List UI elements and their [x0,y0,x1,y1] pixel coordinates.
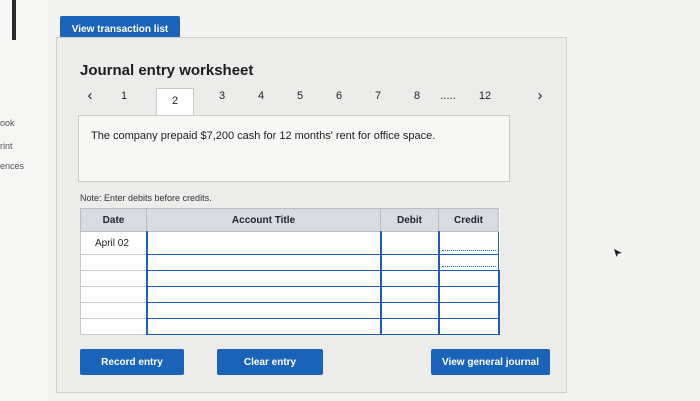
sidebar-item-references[interactable]: ences [0,161,24,171]
debit-input[interactable] [379,231,440,255]
account-title-input[interactable] [145,302,382,319]
account-title-header: Account Title [146,208,381,232]
sidebar-indicator [12,0,16,40]
tab-1[interactable]: 1 [114,90,134,102]
table-row [80,286,500,303]
account-title-input[interactable] [145,318,382,335]
transaction-description-box: The company prepaid $7,200 cash for 12 m… [78,115,510,182]
date-cell [80,318,147,335]
tab-3[interactable]: 3 [212,90,232,102]
date-cell [80,302,147,319]
credit-input[interactable] [437,270,500,287]
tab-8[interactable]: 8 [407,90,427,102]
view-general-journal-button[interactable]: View general journal [431,349,550,375]
debit-input[interactable] [379,254,440,271]
credit-input[interactable] [437,286,500,303]
sidebar-item-ebook[interactable]: ook [0,118,15,128]
transaction-description: The company prepaid $7,200 cash for 12 m… [91,130,436,142]
account-title-input[interactable] [145,270,382,287]
tab-12[interactable]: 12 [475,90,495,102]
chevron-left-icon[interactable]: ‹ [80,87,100,104]
record-entry-button[interactable]: Record entry [80,349,184,375]
mouse-cursor-icon [614,249,622,257]
debit-input[interactable] [379,286,440,303]
date-cell [80,286,147,303]
table-header-row: Date Account Title Debit Credit [80,208,499,232]
tab-2[interactable]: 2 [156,88,194,116]
sidebar-item-print[interactable]: rint [0,141,13,151]
tab-6[interactable]: 6 [329,90,349,102]
table-row [80,302,500,319]
account-title-input[interactable] [145,231,382,255]
clear-entry-button[interactable]: Clear entry [217,349,323,375]
debit-input[interactable] [379,270,440,287]
credit-header: Credit [438,208,499,232]
debit-header: Debit [380,208,439,232]
tab-ellipsis: ..... [440,90,456,102]
left-sidebar: ook rint ences [0,0,48,401]
credit-input[interactable] [437,302,500,319]
worksheet-title: Journal entry worksheet [80,62,254,79]
account-title-input[interactable] [145,254,382,271]
debit-input[interactable] [379,318,440,335]
date-cell: April 02 [80,231,147,255]
tab-5[interactable]: 5 [290,90,310,102]
account-title-input[interactable] [145,286,382,303]
table-row [80,254,499,271]
journal-entry-table: Date Account Title Debit Credit April 02 [80,208,500,335]
credit-input[interactable] [438,231,499,255]
table-row: April 02 [80,231,499,255]
debit-credit-note: Note: Enter debits before credits. [80,193,212,203]
credit-input[interactable] [437,318,500,335]
chevron-right-icon[interactable]: › [530,87,550,104]
table-row [80,318,500,335]
date-header: Date [80,208,147,232]
debit-input[interactable] [379,302,440,319]
entry-tabs: ‹ 1 2 3 4 5 6 7 8 ..... 12 › [80,87,560,116]
tab-4[interactable]: 4 [251,90,271,102]
credit-input[interactable] [438,254,499,271]
date-cell [80,270,147,287]
date-cell [80,254,147,271]
tab-7[interactable]: 7 [368,90,388,102]
table-row [80,270,500,287]
